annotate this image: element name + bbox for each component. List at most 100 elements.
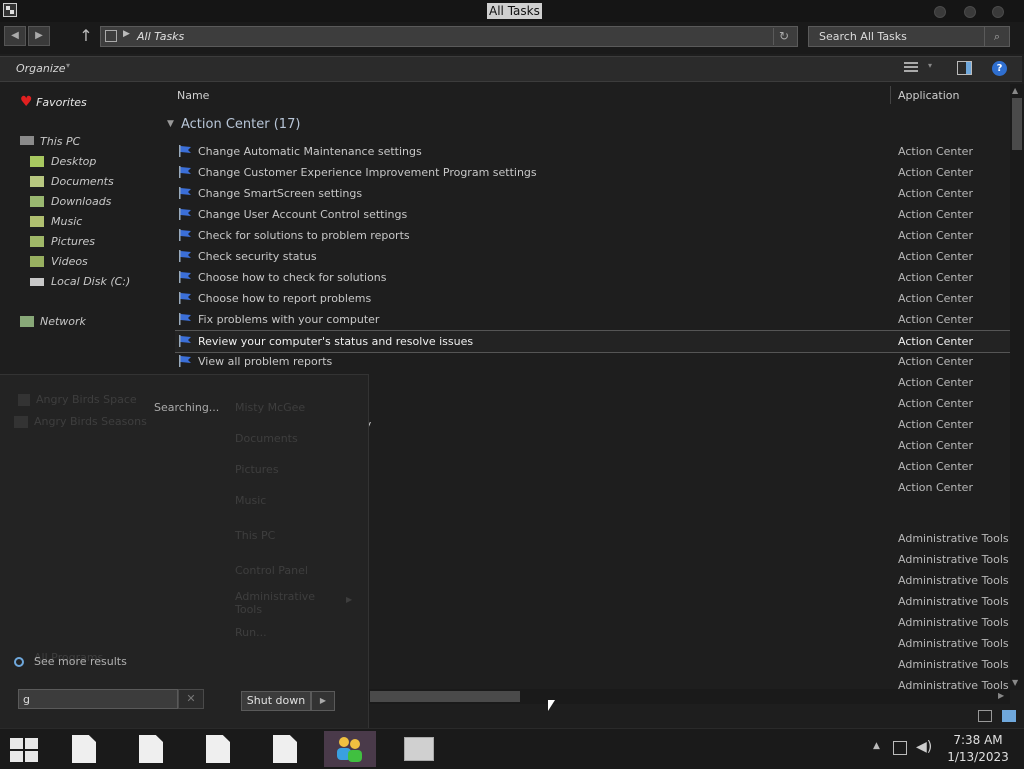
task-application: Action Center — [898, 397, 973, 410]
windows-logo-icon — [10, 738, 23, 749]
breadcrumb-arrow-icon[interactable]: ▶ — [123, 29, 130, 39]
scroll-right-icon[interactable]: ▶ — [998, 691, 1004, 700]
start-right-item[interactable]: Misty McGee — [235, 401, 305, 414]
network-icon[interactable] — [893, 741, 907, 755]
address-bar[interactable]: ▶ All Tasks ↻ — [100, 26, 798, 47]
task-application: Action Center — [898, 418, 973, 431]
taskbar-document-icon[interactable] — [72, 735, 96, 763]
taskbar-document-icon[interactable] — [206, 735, 230, 763]
windows-logo-icon — [10, 751, 23, 762]
task-application: Action Center — [898, 229, 973, 242]
help-icon[interactable]: ? — [992, 61, 1007, 76]
group-header[interactable]: Action Center (17) — [181, 117, 300, 132]
start-right-item[interactable]: Documents — [235, 432, 298, 445]
task-row[interactable]: View all problem reports Action Center — [175, 351, 1010, 372]
chevron-down-icon[interactable]: ▼ — [167, 119, 174, 129]
window-icon[interactable] — [3, 3, 17, 17]
vertical-scroll-thumb[interactable] — [1012, 98, 1022, 150]
nav-network[interactable]: Network — [20, 313, 86, 331]
clock-time[interactable]: 7:38 AM — [940, 733, 1016, 747]
shutdown-options-button[interactable]: ▶ — [311, 691, 335, 711]
chevron-down-icon[interactable]: ▾ — [66, 61, 70, 70]
program-item[interactable]: Angry Birds Seasons — [14, 415, 147, 428]
task-row[interactable]: Review your computer's status and resolv… — [175, 330, 1010, 353]
task-row[interactable]: Change SmartScreen settings Action Center — [175, 183, 1010, 204]
preview-pane-icon[interactable] — [957, 61, 972, 75]
task-row[interactable]: Change User Account Control settings Acti… — [175, 204, 1010, 225]
task-application: Action Center — [898, 313, 973, 326]
see-more-label: See more results — [34, 655, 127, 668]
column-divider[interactable] — [890, 86, 891, 104]
clear-search-button[interactable]: ✕ — [178, 689, 204, 709]
organize-menu[interactable]: Organize — [16, 62, 65, 75]
shutdown-button[interactable]: Shut down — [241, 691, 311, 711]
minimize-button[interactable] — [934, 6, 946, 18]
details-view-icon[interactable] — [978, 710, 992, 722]
taskbar-document-icon[interactable] — [139, 735, 163, 763]
heart-icon: ♥ — [20, 94, 33, 110]
nav-downloads[interactable]: Downloads — [30, 193, 111, 211]
task-application: Action Center — [898, 166, 973, 179]
task-name: Check for solutions to problem reports — [198, 229, 410, 242]
close-button[interactable] — [992, 6, 1004, 18]
searching-status: Searching... — [154, 401, 220, 414]
nav-videos[interactable]: Videos — [30, 253, 88, 271]
nav-local-disk[interactable]: Local Disk (C:) — [30, 273, 130, 291]
vertical-scrollbar[interactable]: ▲ ▼ — [1010, 84, 1024, 690]
view-options-icon[interactable] — [904, 62, 918, 74]
start-right-item[interactable]: Music — [235, 494, 266, 507]
scroll-down-icon[interactable]: ▼ — [1012, 678, 1018, 687]
maximize-button[interactable] — [964, 6, 976, 18]
taskbar-document-icon[interactable] — [273, 735, 297, 763]
back-button[interactable]: ◀ — [4, 26, 26, 46]
refresh-button[interactable]: ↻ — [773, 28, 794, 45]
breadcrumb[interactable]: All Tasks — [137, 30, 184, 43]
flag-icon — [178, 208, 192, 220]
search-icon[interactable]: ⌕ — [984, 27, 1009, 46]
taskbar-app-icon[interactable] — [404, 737, 434, 761]
start-right-item[interactable]: This PC — [235, 529, 275, 542]
up-button[interactable]: ↑ — [78, 27, 94, 45]
taskbar: ▲ ◀) 7:38 AM 1/13/2023 — [0, 728, 1024, 769]
nav-label: Desktop — [51, 155, 97, 168]
horizontal-scroll-thumb[interactable] — [370, 691, 520, 702]
nav-label: Documents — [51, 175, 114, 188]
task-row[interactable]: Change Customer Experience Improvement P… — [175, 162, 1010, 183]
start-right-item[interactable]: Control Panel — [235, 564, 308, 577]
task-row[interactable]: Fix problems with your computer Action Ce… — [175, 309, 1010, 330]
program-label: Angry Birds Seasons — [34, 415, 147, 428]
nav-pictures[interactable]: Pictures — [30, 233, 95, 251]
task-row[interactable]: Choose how to check for solutions Action … — [175, 267, 1010, 288]
nav-favorites[interactable]: ♥ Favorites — [20, 93, 87, 111]
taskbar-active-app[interactable] — [324, 731, 376, 767]
nav-documents[interactable]: Documents — [30, 173, 114, 191]
nav-this-pc[interactable]: This PC — [20, 133, 80, 151]
start-right-item[interactable]: Pictures — [235, 463, 279, 476]
task-row[interactable]: Change Automatic Maintenance settings Act… — [175, 141, 1010, 162]
search-input[interactable]: Search All Tasks ⌕ — [808, 26, 1010, 47]
start-search-input[interactable]: g — [18, 689, 178, 709]
column-application[interactable]: Application — [898, 89, 959, 102]
chevron-down-icon[interactable]: ▾ — [928, 61, 932, 70]
task-row[interactable]: Check for solutions to problem reports Ac… — [175, 225, 1010, 246]
scroll-up-icon[interactable]: ▲ — [1012, 86, 1018, 95]
column-name[interactable]: Name — [177, 89, 209, 102]
program-item[interactable]: Angry Birds Space — [18, 393, 137, 406]
nav-label: Downloads — [51, 195, 112, 208]
see-more-results-link[interactable]: See more results — [14, 655, 127, 668]
task-row[interactable]: Check security status Action Center — [175, 246, 1010, 267]
flag-icon — [178, 271, 192, 283]
folder-icon — [30, 256, 44, 267]
start-button[interactable] — [10, 738, 40, 762]
nav-music[interactable]: Music — [30, 213, 82, 231]
task-row[interactable]: Choose how to report problems Action Cent… — [175, 288, 1010, 309]
large-icons-view-icon[interactable] — [1002, 710, 1016, 722]
nav-desktop[interactable]: Desktop — [30, 153, 96, 171]
folder-icon — [30, 236, 44, 247]
volume-icon[interactable]: ◀) — [916, 739, 932, 755]
start-right-item[interactable]: Administrative Tools — [235, 590, 325, 616]
start-right-item[interactable]: Run... — [235, 626, 267, 639]
clock-date[interactable]: 1/13/2023 — [940, 750, 1016, 764]
show-hidden-icons[interactable]: ▲ — [873, 741, 880, 751]
forward-button[interactable]: ▶ — [28, 26, 50, 46]
